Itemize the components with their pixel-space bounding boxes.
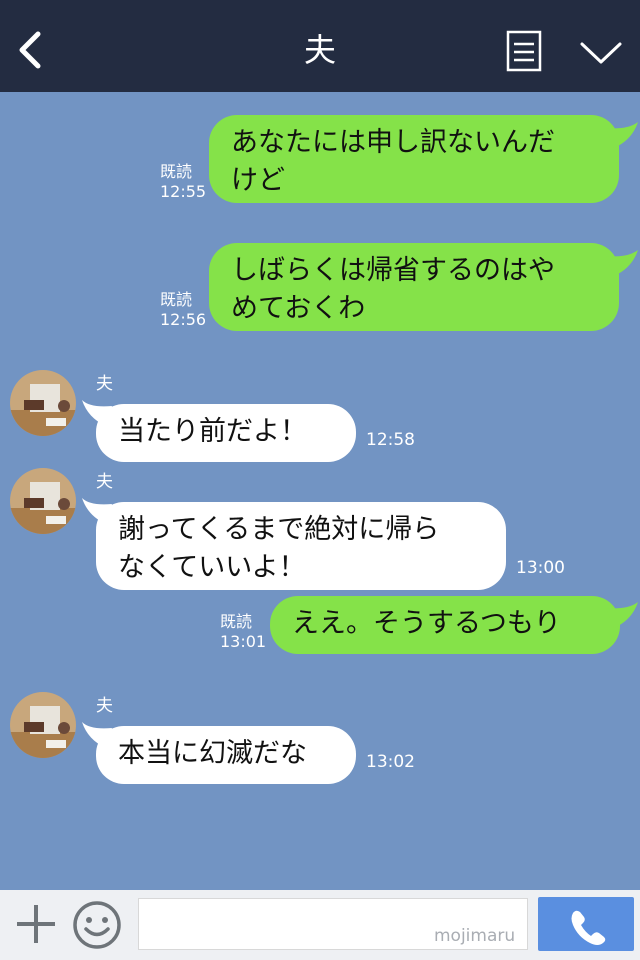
sender-name: 夫 [96, 374, 113, 394]
read-receipt: 既読 12:56 [160, 290, 207, 329]
chat-area[interactable]: 既読 12:55 あなたには申し訳ないんだ けど 既読 12:56 しばらくは帰… [0, 92, 640, 890]
avatar[interactable] [10, 468, 76, 534]
outgoing-message[interactable]: あなたには申し訳ないんだ けど [209, 115, 619, 203]
document-menu-icon [506, 30, 542, 72]
sender-name: 夫 [96, 696, 113, 716]
avatar-photo [10, 468, 76, 534]
outgoing-message[interactable]: しばらくは帰省するのはや めておくわ [209, 243, 619, 331]
avatar-photo [10, 692, 76, 758]
plus-icon [17, 905, 55, 943]
menu-button[interactable] [504, 30, 544, 74]
bubble-tail [606, 602, 638, 628]
add-button[interactable] [14, 902, 58, 946]
incoming-message[interactable]: 当たり前だよ！ [96, 404, 356, 462]
sender-name: 夫 [96, 472, 113, 492]
emoji-button[interactable] [72, 900, 122, 950]
message-time: 13:00 [516, 558, 565, 578]
collapse-button[interactable] [578, 38, 624, 68]
chat-header: 夫 [0, 0, 640, 92]
smiley-icon [73, 901, 121, 949]
avatar[interactable] [10, 692, 76, 758]
phone-icon [571, 910, 606, 945]
message-time: 13:02 [366, 752, 415, 772]
call-button[interactable] [538, 897, 634, 951]
avatar[interactable] [10, 370, 76, 436]
incoming-message[interactable]: 本当に幻滅だな [96, 726, 356, 784]
message-time: 12:58 [366, 430, 415, 450]
read-receipt: 既読 13:01 [220, 612, 267, 651]
back-button[interactable] [12, 28, 48, 72]
bubble-tail [606, 250, 638, 276]
chevron-left-icon [19, 31, 41, 69]
outgoing-message[interactable]: ええ。そうするつもり [270, 596, 620, 654]
chevron-down-icon [580, 42, 622, 64]
watermark: mojimaru [434, 926, 516, 946]
chat-title: 夫 [303, 31, 336, 69]
avatar-photo [10, 370, 76, 436]
incoming-message[interactable]: 謝ってくるまで絶対に帰ら なくていいよ！ [96, 502, 506, 590]
read-receipt: 既読 12:55 [160, 162, 207, 201]
bubble-tail [606, 122, 638, 148]
